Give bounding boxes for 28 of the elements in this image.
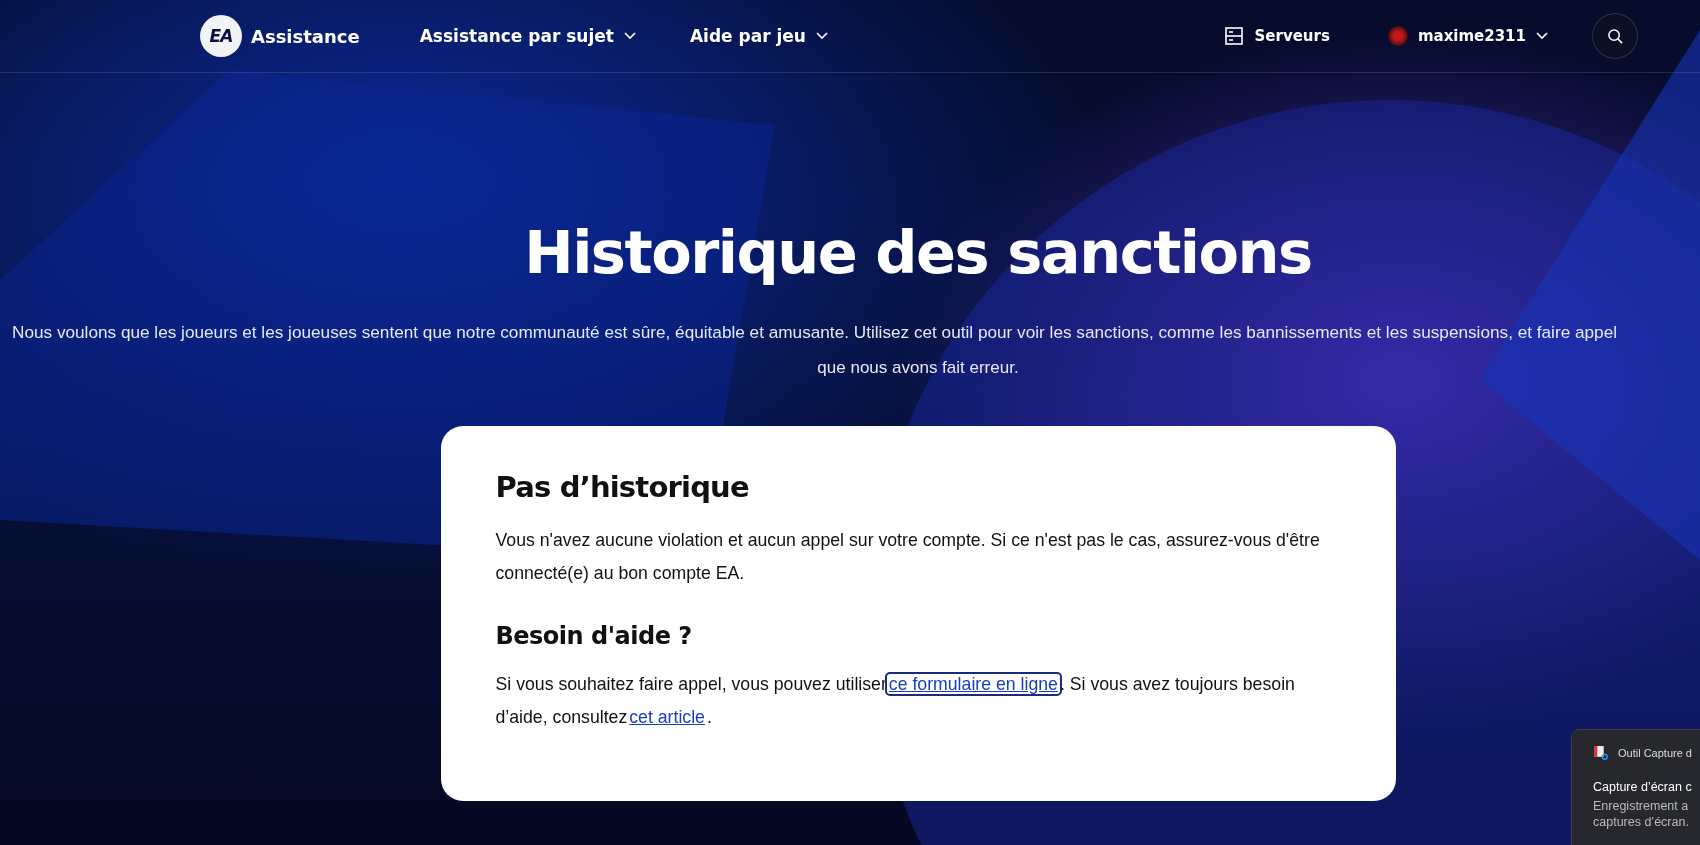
subtitle-line: Nous voulons que les joueurs et les joueuses sentent que notre communauté est sûre, équitable et amusante. Utilisez cet outil pour voir les sanctions, comme les bannissements et les suspensions, et faire appel (12, 320, 1618, 344)
brand-name: Assistance (251, 25, 360, 47)
help-paragraph: Si vous souhaitez faire appel, vous pouvez utiliser ce formulaire en ligne. Si vous avez toujours besoin d’aide, consultezcet article. (495, 672, 1296, 729)
nav-menu[interactable]: Assistance par sujet (419, 26, 636, 46)
logo[interactable]: EA (200, 15, 242, 57)
chevron-icon (815, 32, 828, 40)
notification-toast[interactable]: Outil Capture d Capture d’écran c Enregistrement a captures d’écran. (1571, 729, 1700, 845)
servers-link[interactable]: Serveurs (1224, 27, 1330, 45)
page-title: Historique des sanctions (524, 221, 1312, 286)
snipping-tool-icon (1593, 745, 1608, 760)
toast-text: captures d’écran. (1593, 814, 1690, 830)
user-menu[interactable]: maxime2311 (1387, 26, 1548, 46)
search-button[interactable] (1592, 13, 1638, 59)
toast-title: Capture d’écran c (1593, 780, 1693, 794)
avatar-icon (1387, 26, 1408, 46)
chevron-icon (1536, 32, 1548, 40)
search-icon (1606, 27, 1624, 45)
subtitle-line: que nous avons fait erreur. (817, 356, 1019, 379)
nav-menu[interactable]: Aide par jeu (689, 26, 828, 46)
server-icon (1224, 27, 1243, 45)
text-link[interactable]: cet article (627, 706, 707, 727)
chevron-icon (623, 32, 636, 40)
card-heading: Pas d’historique (495, 469, 750, 504)
card-paragraph: Vous n'avez aucune violation et aucun appel sur votre compte. Si ce n'est pas le cas, assurez-vous d'être connecté(e) au bon compte EA. (495, 528, 1321, 585)
app-name: Outil Capture d (1618, 746, 1692, 759)
help-heading: Besoin d'aide ? (495, 621, 693, 650)
text-link[interactable]: ce formulaire en ligne (886, 673, 1060, 694)
toast-text: Enregistrement a (1593, 798, 1690, 814)
